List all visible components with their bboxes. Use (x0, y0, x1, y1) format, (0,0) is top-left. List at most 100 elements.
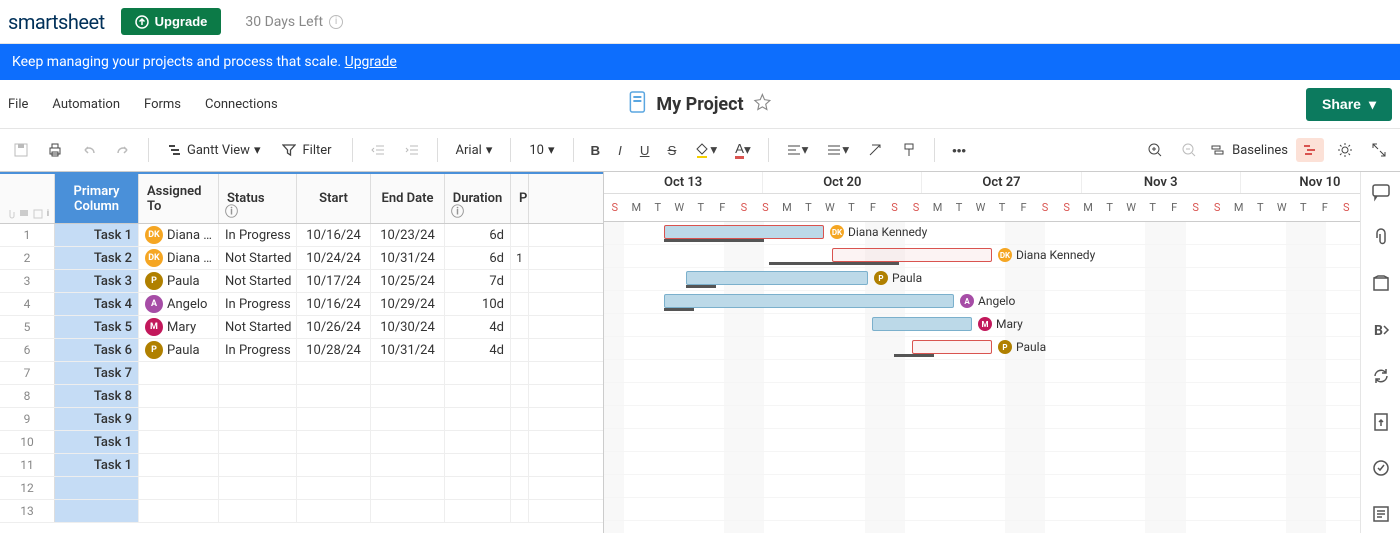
gantt-row[interactable] (604, 383, 1400, 406)
cell-status[interactable] (219, 500, 297, 522)
gantt-bar[interactable] (872, 317, 972, 331)
cell-end[interactable] (371, 431, 445, 453)
row-number[interactable]: 6 (0, 339, 55, 361)
cell-status[interactable] (219, 431, 297, 453)
cell-end[interactable] (371, 385, 445, 407)
row-number[interactable]: 12 (0, 477, 55, 499)
row-number[interactable]: 9 (0, 408, 55, 430)
upgrade-button[interactable]: Upgrade (121, 8, 222, 35)
info-icon[interactable]: i (329, 15, 343, 29)
cell-p[interactable] (511, 500, 529, 522)
format-painter-icon[interactable] (896, 137, 922, 163)
cell-start[interactable] (297, 385, 371, 407)
cell-duration[interactable]: 4d (445, 316, 511, 338)
cell-duration[interactable]: 10d (445, 293, 511, 315)
cell-assigned[interactable]: MMary (139, 316, 219, 338)
cell-duration[interactable] (445, 385, 511, 407)
publish-icon[interactable] (1371, 412, 1391, 436)
save-icon[interactable] (8, 137, 34, 163)
cell-assigned[interactable]: AAngelo (139, 293, 219, 315)
cell-duration[interactable]: 7d (445, 270, 511, 292)
cell-end[interactable] (371, 362, 445, 384)
clear-format-icon[interactable] (862, 137, 888, 163)
baselines-button[interactable]: Baselines (1210, 142, 1288, 158)
gantt-row[interactable] (604, 429, 1400, 452)
indent-icon[interactable] (399, 137, 425, 163)
row-number[interactable]: 3 (0, 270, 55, 292)
cell-assigned[interactable]: DKDiana Ken (139, 224, 219, 246)
cell-duration[interactable]: 6d (445, 224, 511, 246)
cell-end[interactable]: 10/23/24 (371, 224, 445, 246)
cell-p[interactable] (511, 224, 529, 246)
italic-icon[interactable]: I (613, 138, 627, 163)
table-row[interactable]: 3 Task 3 PPaula Not Started 10/17/24 10/… (0, 270, 603, 293)
cell-p[interactable] (511, 339, 529, 361)
cell-status[interactable] (219, 408, 297, 430)
cell-start[interactable]: 10/26/24 (297, 316, 371, 338)
gantt-bar[interactable] (832, 248, 992, 262)
gantt-row[interactable]: PPaula (604, 337, 1400, 360)
cell-p[interactable] (511, 454, 529, 476)
table-row[interactable]: 13 (0, 500, 603, 523)
cell-p[interactable] (511, 362, 529, 384)
cell-task[interactable]: Task 1 (55, 454, 139, 476)
row-number[interactable]: 8 (0, 385, 55, 407)
cell-duration[interactable] (445, 431, 511, 453)
col-status[interactable]: Statusⓘ (219, 174, 297, 223)
cell-p[interactable] (511, 270, 529, 292)
cell-start[interactable] (297, 408, 371, 430)
table-row[interactable]: 9 Task 9 (0, 408, 603, 431)
font-selector[interactable]: Arial ▾ (450, 139, 499, 162)
col-end[interactable]: End Date (371, 174, 445, 223)
cell-p[interactable] (511, 293, 529, 315)
cell-assigned[interactable] (139, 431, 219, 453)
cell-start[interactable]: 10/24/24 (297, 247, 371, 269)
cell-assigned[interactable] (139, 408, 219, 430)
bold-icon[interactable]: B (586, 138, 606, 163)
strikethrough-icon[interactable]: S (662, 138, 681, 163)
cell-status[interactable] (219, 454, 297, 476)
row-number[interactable]: 2 (0, 247, 55, 269)
cell-task[interactable]: Task 7 (55, 362, 139, 384)
cell-p[interactable] (511, 431, 529, 453)
cell-task[interactable] (55, 500, 139, 522)
cell-status[interactable] (219, 385, 297, 407)
table-row[interactable]: 7 Task 7 (0, 362, 603, 385)
col-start[interactable]: Start (297, 174, 371, 223)
cell-p[interactable] (511, 477, 529, 499)
gantt-row[interactable] (604, 498, 1400, 521)
cell-assigned[interactable] (139, 454, 219, 476)
proofs-icon[interactable] (1371, 274, 1391, 298)
gantt-bar[interactable] (664, 225, 824, 239)
cell-duration[interactable] (445, 454, 511, 476)
redo-icon[interactable] (110, 137, 136, 163)
cell-start[interactable] (297, 500, 371, 522)
cell-status[interactable]: In Progress (219, 293, 297, 315)
cell-assigned[interactable] (139, 500, 219, 522)
attachments-icon[interactable] (1371, 228, 1391, 252)
align-vertical-icon[interactable]: ▾ (821, 137, 854, 163)
row-number[interactable]: 11 (0, 454, 55, 476)
cell-status[interactable]: Not Started (219, 270, 297, 292)
table-row[interactable]: 4 Task 4 AAngelo In Progress 10/16/24 10… (0, 293, 603, 316)
cell-duration[interactable]: 6d (445, 247, 511, 269)
cell-end[interactable]: 10/31/24 (371, 247, 445, 269)
fill-color-icon[interactable]: ▾ (689, 137, 722, 163)
row-number[interactable]: 1 (0, 224, 55, 246)
col-assigned[interactable]: Assigned To (139, 174, 219, 223)
gantt-row[interactable] (604, 406, 1400, 429)
print-icon[interactable] (42, 137, 68, 163)
cell-p[interactable] (511, 316, 529, 338)
cell-p[interactable] (511, 408, 529, 430)
cell-end[interactable] (371, 500, 445, 522)
cell-assigned[interactable] (139, 477, 219, 499)
cell-start[interactable]: 10/16/24 (297, 224, 371, 246)
table-row[interactable]: 10 Task 1 (0, 431, 603, 454)
cell-start[interactable] (297, 477, 371, 499)
row-number[interactable]: 5 (0, 316, 55, 338)
cell-duration[interactable] (445, 362, 511, 384)
cell-duration[interactable] (445, 477, 511, 499)
cell-start[interactable]: 10/28/24 (297, 339, 371, 361)
gantt-row[interactable]: DKDiana Kennedy (604, 222, 1400, 245)
settings-icon[interactable] (1332, 137, 1358, 163)
